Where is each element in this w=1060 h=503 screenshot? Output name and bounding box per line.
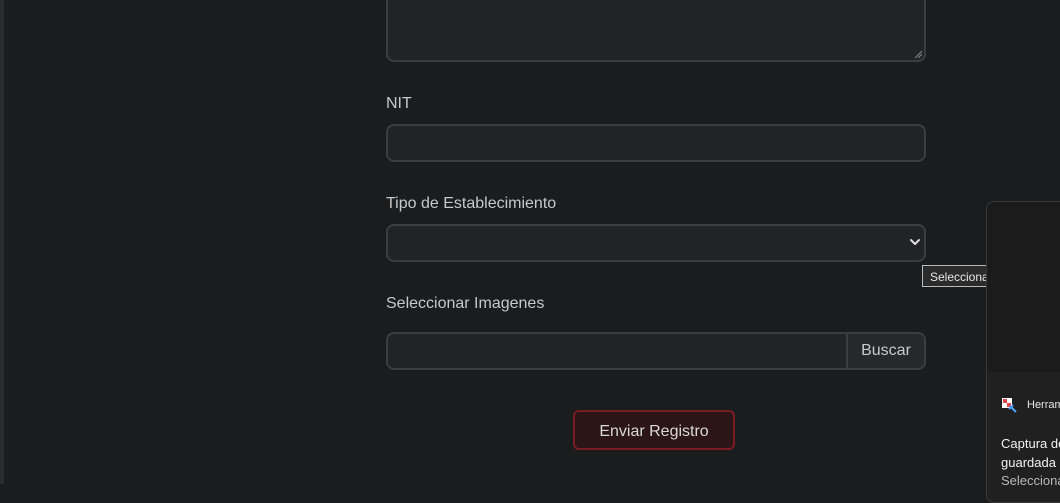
notification-app-name: Herramienta: [1027, 399, 1060, 411]
submit-registration-button[interactable]: Enviar Registro: [573, 410, 735, 450]
snipping-tool-icon: [1002, 398, 1017, 413]
screenshot-notification[interactable]: Herramienta Captura de pantalla copiada …: [986, 201, 1060, 503]
establishment-type-label: Tipo de Establecimiento: [386, 195, 557, 212]
establishment-type-select[interactable]: [386, 224, 926, 262]
resize-grip-icon[interactable]: [914, 50, 922, 58]
browse-button[interactable]: Buscar: [846, 334, 924, 368]
notification-title-line2: guardada: [1001, 455, 1056, 470]
notification-app-header: Herramienta: [1001, 396, 1060, 414]
nit-label: NIT: [386, 95, 412, 112]
chevron-down-icon: [910, 239, 920, 245]
notification-title-line1: Captura de pantalla copiada y: [1001, 436, 1060, 451]
left-edge-divider: [0, 0, 4, 484]
images-file-input[interactable]: Buscar: [386, 332, 926, 370]
description-textarea[interactable]: [386, 0, 926, 62]
notification-title: Captura de pantalla copiada y guardada: [1001, 434, 1060, 472]
screenshot-preview[interactable]: [987, 202, 1060, 372]
notification-body: Selecciona aquí: [1001, 473, 1060, 488]
nit-input[interactable]: [386, 124, 926, 162]
images-label: Seleccionar Imagenes: [386, 295, 545, 312]
